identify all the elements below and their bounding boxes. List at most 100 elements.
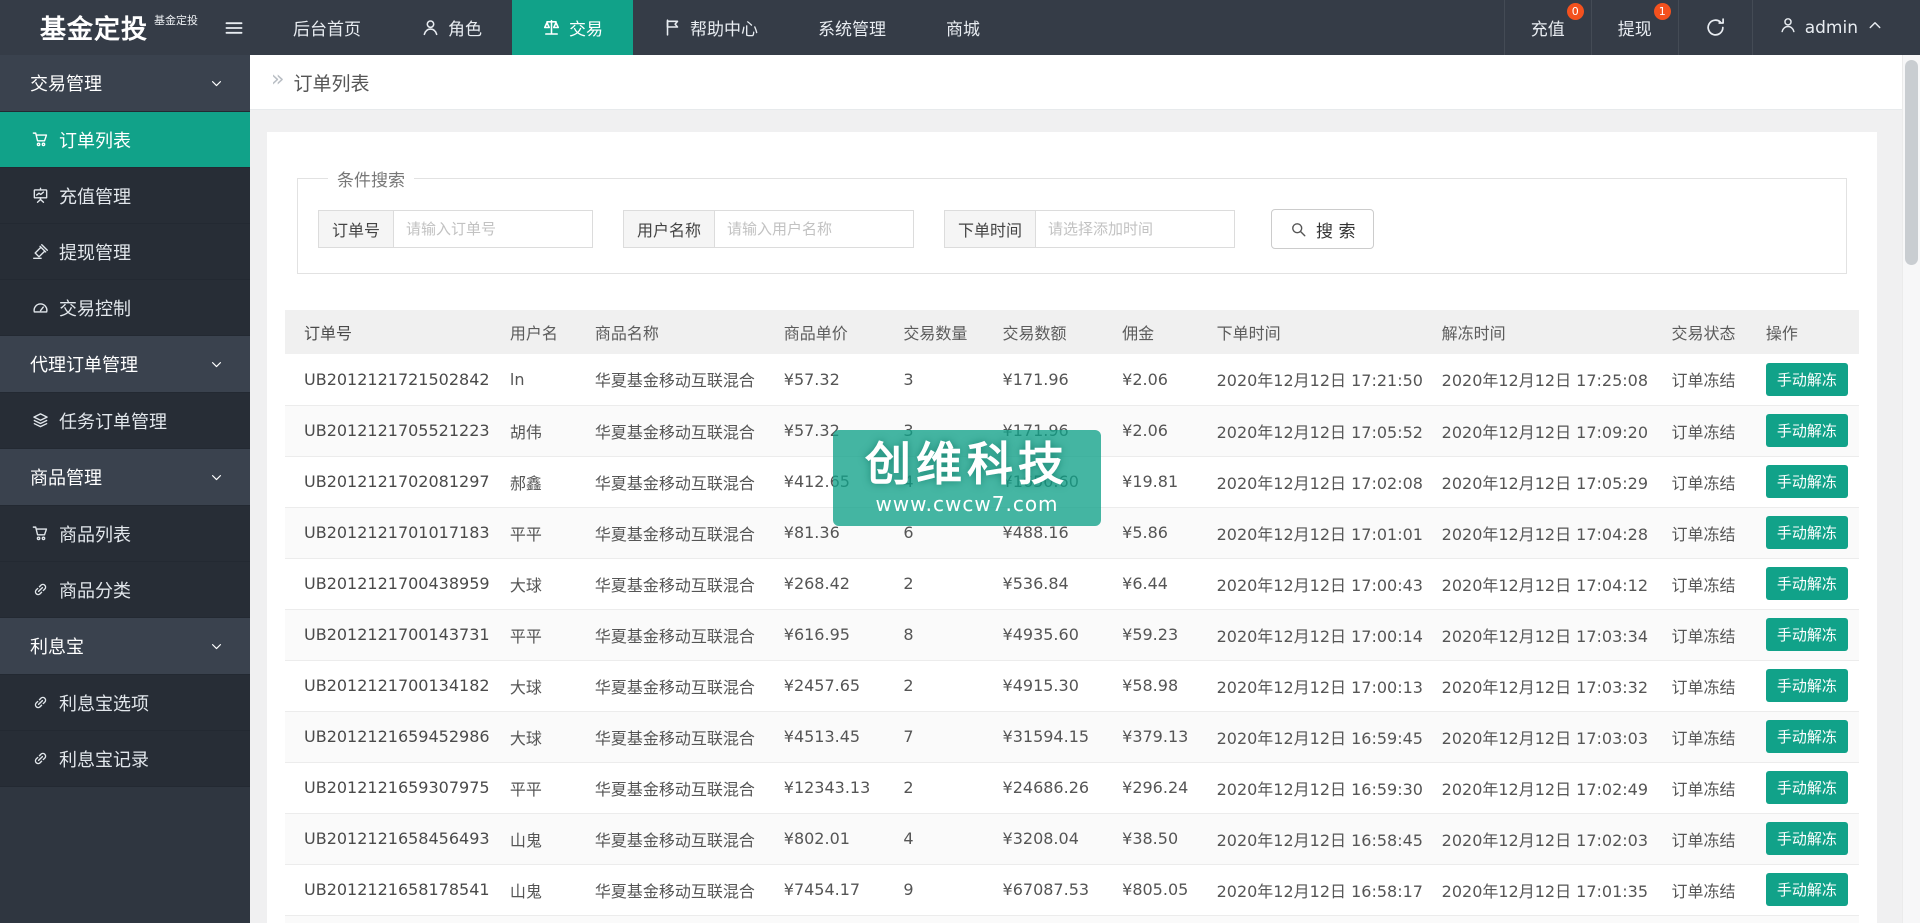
column-header-unfreeze-time: 解冻时间	[1427, 310, 1658, 354]
cell-action: 手动解冻	[1752, 660, 1859, 711]
cell-order-no: UB2012121705521223	[304, 421, 490, 440]
user-menu[interactable]: admin	[1751, 0, 1920, 55]
cell-action: 手动解冻	[1752, 456, 1859, 507]
sidebar-item-interest-bao[interactable]: 利息宝	[0, 618, 250, 675]
cell-unit-price: ¥57.32	[783, 421, 840, 440]
cell-action: 手动解冻	[1752, 915, 1859, 923]
column-header-order-no: 订单号	[285, 310, 496, 354]
breadcrumb-chevrons-icon: »	[271, 67, 285, 92]
orders-panel: 条件搜索 订单号用户名称下单时间 搜 索	[267, 132, 1877, 923]
cell-trade-amount: ¥3208.04	[1002, 829, 1079, 848]
sidebar-item-goods-category[interactable]: 商品分类	[0, 562, 250, 618]
nav-item-home[interactable]: 后台首页	[263, 0, 391, 55]
logo-subtext: 基金定投	[154, 13, 199, 27]
cell-trade-status: 订单冻结	[1671, 626, 1736, 646]
cell-username: 胡伟	[509, 422, 542, 442]
cell-unit-price: ¥802.01	[783, 829, 850, 848]
orders-table-body: UB2012121721502842 ln 华夏基金移动互联混合 ¥57.32 3 ¥17…	[285, 354, 1859, 923]
scrollbar-thumb[interactable]	[1905, 60, 1918, 265]
search-button[interactable]: 搜 索	[1271, 209, 1375, 249]
cell-product-name: 华夏基金移动互联混合	[594, 881, 755, 901]
manual-unfreeze-button[interactable]: 手动解冻	[1765, 669, 1848, 702]
manual-unfreeze-button[interactable]: 手动解冻	[1765, 720, 1848, 753]
sidebar-item-trade-management[interactable]: 交易管理	[0, 55, 250, 112]
manual-unfreeze-button[interactable]: 手动解冻	[1765, 516, 1848, 549]
manual-unfreeze-button[interactable]: 手动解冻	[1765, 618, 1848, 651]
sidebar-item-order-list[interactable]: 订单列表	[0, 112, 250, 168]
link-icon	[32, 750, 49, 767]
cell-unfreeze-time: 2020年12月12日 17:02:49	[1441, 779, 1649, 799]
sidebar-item-recharge-management[interactable]: 充值管理	[0, 168, 250, 224]
manual-unfreeze-button[interactable]: 手动解冻	[1765, 362, 1848, 396]
manual-unfreeze-button[interactable]: 手动解冻	[1765, 567, 1848, 600]
search-legend: 条件搜索	[337, 171, 405, 191]
username-input[interactable]	[714, 210, 915, 248]
sidebar-item-task-order-management[interactable]: 任务订单管理	[0, 393, 250, 449]
breadcrumb: » 订单列表	[250, 55, 1920, 110]
manual-unfreeze-button[interactable]: 手动解冻	[1765, 465, 1848, 498]
column-header-commission: 佣金	[1108, 310, 1203, 354]
cell-username: 平平	[509, 524, 542, 544]
cell-username: 大球	[509, 575, 542, 595]
cart-icon	[32, 525, 49, 542]
table-row: UB2012121700134182 大球 华夏基金移动互联混合 ¥2457.65 2 ¥…	[285, 660, 1859, 711]
nav-item-trade[interactable]: 交易	[512, 0, 633, 55]
table-row: UB2012121658178541 山鬼 华夏基金移动互联混合 ¥7454.17 9 ¥…	[285, 864, 1859, 915]
cell-username: 山鬼	[509, 881, 542, 901]
main-area: » 订单列表 条件搜索 订单号用户名称下单时间 搜 索	[250, 55, 1920, 923]
cell-trade-status: 订单冻结	[1671, 575, 1736, 595]
orders-table-head-row: 订单号 用户名 商品名称 商品单价 交易数量 交易数额 佣金 下单时间 解冻时间 交易状态 操作	[285, 310, 1859, 354]
nav-item-help-center[interactable]: 帮助中心	[633, 0, 788, 55]
sidebar-item-agent-order-management[interactable]: 代理订单管理	[0, 336, 250, 393]
order-no-input[interactable]	[393, 210, 594, 248]
sidebar-item-interest-bao-options[interactable]: 利息宝选项	[0, 675, 250, 731]
cell-trade-quantity: 3	[889, 915, 988, 923]
cell-commission: ¥2.06	[1122, 421, 1168, 440]
withdraw-button[interactable]: 提现 1	[1590, 0, 1678, 55]
manual-unfreeze-button[interactable]: 手动解冻	[1765, 414, 1848, 447]
cell-trade-status: 订单冻结	[1671, 473, 1736, 493]
sidebar-item-interest-bao-records[interactable]: 利息宝记录	[0, 731, 250, 787]
cell-product-name: 华夏基金移动互联混合	[594, 677, 755, 697]
recharge-button[interactable]: 充值 0	[1503, 0, 1591, 55]
cell-product-name: 华夏基金移动互联混合	[594, 575, 755, 595]
content-scrollbar[interactable]	[1902, 55, 1920, 923]
nav-item-label: 交易	[569, 20, 603, 40]
withdraw-label: 提现	[1617, 20, 1652, 40]
cell-trade-quantity: 7	[903, 727, 914, 746]
cell-action: 手动解冻	[1752, 813, 1859, 864]
header-right: 充值 0 提现 1 admin	[1503, 0, 1920, 55]
nav-item-mall[interactable]: 商城	[916, 0, 1010, 55]
manual-unfreeze-button[interactable]: 手动解冻	[1765, 822, 1848, 855]
order-time-input-group: 下单时间	[944, 210, 1236, 248]
sidebar-item-label: 商品分类	[59, 580, 131, 602]
nav-item-system-management[interactable]: 系统管理	[788, 0, 916, 55]
cell-order-time: 2020年12月12日 17:00:13	[1216, 677, 1423, 697]
cell-action: 手动解冻	[1752, 762, 1859, 813]
sidebar-item-trade-control[interactable]: 交易控制	[0, 280, 250, 336]
cell-product-name: 华夏基金移动互联混合	[594, 422, 755, 442]
manual-unfreeze-button[interactable]: 手动解冻	[1765, 873, 1848, 906]
sidebar-item-goods-list[interactable]: 商品列表	[0, 506, 250, 562]
table-row: UB2012121702081297 郝鑫 华夏基金移动互联混合 ¥412.65 4 ¥1…	[285, 456, 1859, 507]
sidebar-item-label: 交易控制	[59, 298, 131, 320]
cell-order-no: UB2012121657192187	[285, 915, 496, 923]
cell-order-no: UB2012121658178541	[304, 880, 490, 899]
column-header-trade-quantity: 交易数量	[889, 310, 989, 354]
table-row: UB2012121700438959 大球 华夏基金移动互联混合 ¥268.42 2 ¥5…	[285, 558, 1859, 609]
recharge-label: 充值	[1530, 20, 1565, 40]
refresh-button[interactable]	[1677, 0, 1752, 55]
order-time-input[interactable]	[1035, 210, 1236, 248]
cell-action: 手动解冻	[1752, 609, 1859, 660]
cell-trade-quantity: 6	[903, 523, 914, 542]
cell-action: 手动解冻	[1752, 507, 1859, 558]
sidebar-item-goods-management[interactable]: 商品管理	[0, 449, 250, 506]
cell-order-time: 2020年12月12日 16:59:30	[1216, 779, 1423, 799]
menu-toggle-button[interactable]	[205, 0, 263, 55]
manual-unfreeze-button[interactable]: 手动解冻	[1765, 771, 1848, 804]
sidebar-item-withdraw-management[interactable]: 提现管理	[0, 224, 250, 280]
sidebar-item-label: 商品列表	[59, 524, 131, 546]
cell-unit-price: ¥81.36	[783, 523, 840, 542]
cell-trade-status: 订单冻结	[1671, 524, 1736, 544]
nav-item-role[interactable]: 角色	[391, 0, 512, 55]
